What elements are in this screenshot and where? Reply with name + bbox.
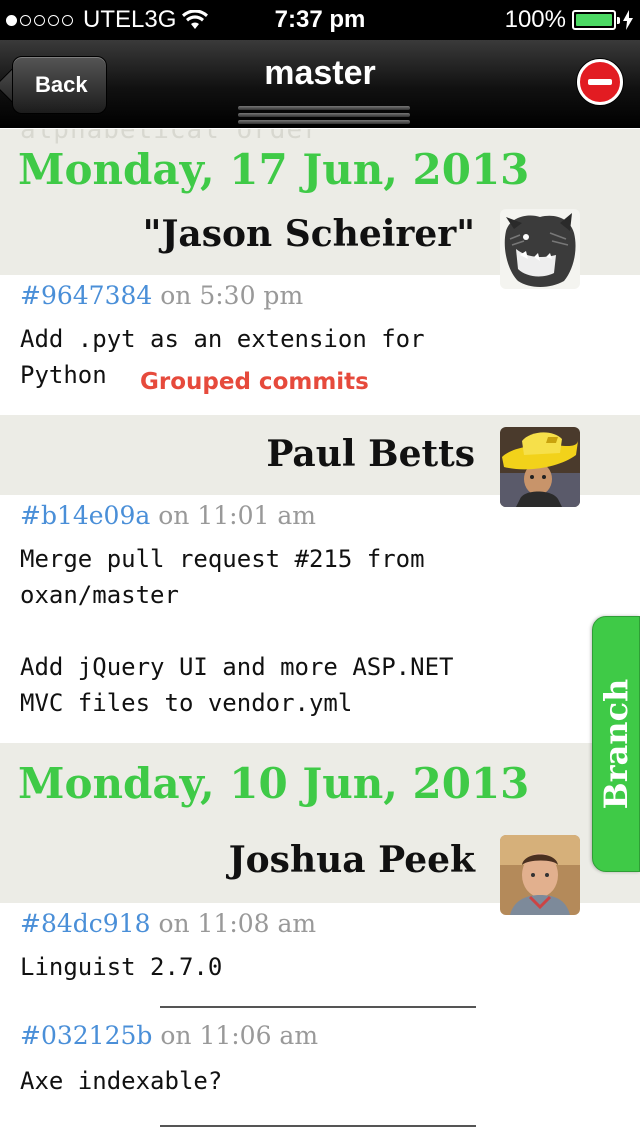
commit-sha-link[interactable]: #032125b — [20, 1021, 152, 1050]
ghost-text: alphabetical order — [20, 129, 320, 145]
bear-avatar — [500, 209, 580, 289]
back-button[interactable]: Back — [12, 56, 107, 114]
date-label: Monday, 10 Jun, 2013 — [18, 759, 530, 808]
commit-header: #b14e09a on 11:01 am — [20, 501, 316, 530]
commit-message[interactable]: Linguist 2.7.0 — [20, 949, 222, 985]
commit-time: on 11:08 am — [158, 909, 317, 938]
commit-divider — [160, 1006, 476, 1008]
branch-tab-label: Branch — [597, 678, 635, 810]
annotation-label: Grouped commits — [140, 369, 369, 395]
charging-bolt-icon — [623, 10, 633, 30]
battery-percent: 100% — [504, 6, 566, 33]
navigation-bar: Back master — [0, 40, 640, 128]
status-right: 100% — [505, 6, 634, 34]
author-name: Paul Betts — [266, 433, 475, 475]
photo-avatar — [500, 835, 580, 915]
commit-header: #9647384 on 5:30 pm — [20, 281, 303, 310]
author-name: "Jason Scheirer" — [142, 213, 475, 255]
yellow-hat-avatar — [500, 427, 580, 507]
commit-sha-link[interactable]: #b14e09a — [20, 501, 150, 530]
commit-sha-link[interactable]: #84dc918 — [20, 909, 150, 938]
commit-message[interactable]: Axe indexable? — [20, 1063, 222, 1099]
date-label: Monday, 17 Jun, 2013 — [18, 145, 530, 194]
status-bar: UTEL3G 7:37 pm 100% — [0, 0, 640, 40]
commit-message[interactable]: Merge pull request #215 from oxan/master… — [20, 541, 453, 721]
author-name: Joshua Peek — [228, 839, 475, 881]
pull-handle-icon[interactable] — [238, 106, 410, 128]
commit-divider — [160, 1125, 476, 1127]
battery-icon — [572, 10, 620, 30]
commit-header: #84dc918 on 11:08 am — [20, 909, 316, 938]
commit-time: on 11:01 am — [158, 501, 316, 530]
commit-sha-link[interactable]: #9647384 — [20, 281, 152, 310]
commit-list[interactable]: alphabetical order Monday, 17 Jun, 2013 … — [0, 129, 640, 1136]
delete-icon[interactable] — [577, 59, 623, 105]
commit-header: #032125b on 11:06 am — [20, 1021, 318, 1050]
commit-time: on 5:30 pm — [160, 281, 304, 310]
commit-time: on 11:06 am — [160, 1021, 319, 1050]
branch-tab-button[interactable]: Branch — [592, 616, 640, 872]
